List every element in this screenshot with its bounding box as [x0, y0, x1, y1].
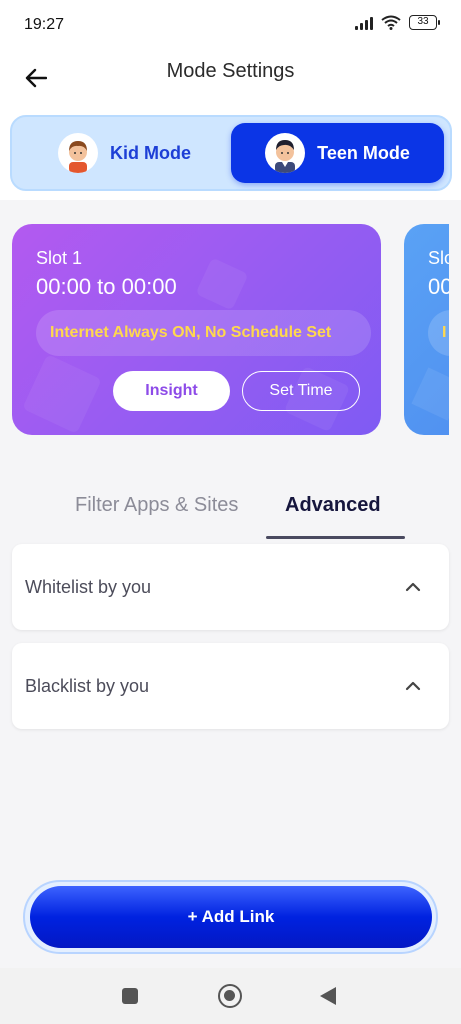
slot-time: 00:00 to 00:00: [36, 274, 177, 299]
mode-switch: Kid Mode Teen Mode: [10, 115, 452, 191]
carousel-edge: [449, 224, 461, 435]
slot-name: Slot 1: [36, 248, 83, 268]
status-icons: 33: [355, 15, 440, 30]
active-tab-indicator: [266, 536, 405, 539]
app-header: Mode Settings: [0, 52, 461, 108]
battery-icon: 33: [409, 15, 440, 30]
slot-card[interactable]: Slot 1 00:00 to 00:00 Internet Always ON…: [12, 224, 381, 435]
page-title: Mode Settings: [166, 60, 295, 82]
signal-icon: [355, 16, 373, 30]
battery-level: 33: [417, 16, 429, 27]
nav-back-icon[interactable]: [320, 987, 336, 1005]
whitelist-label: Whitelist by you: [25, 577, 152, 597]
card-decoration: [22, 354, 102, 434]
system-nav-bar: [0, 968, 461, 1024]
kid-mode-label: Kid Mode: [110, 142, 191, 163]
kid-avatar-icon: [69, 141, 87, 173]
whitelist-section[interactable]: Whitelist by you: [12, 544, 449, 630]
status-bar: 19:27 33: [0, 0, 461, 52]
insight-button[interactable]: Insight: [113, 371, 230, 411]
tab-filter-apps-sites[interactable]: Filter Apps & Sites: [75, 494, 238, 517]
mode-settings-screen: 19:27 33 Mode Settings Kid Mode Teen Mod…: [0, 0, 461, 1024]
teen-mode-label: Teen Mode: [317, 142, 410, 163]
nav-recents-icon[interactable]: [122, 988, 138, 1004]
teen-mode-option[interactable]: Teen Mode: [231, 123, 444, 183]
teen-avatar-icon: [275, 140, 296, 173]
kid-avatar: [58, 133, 98, 173]
status-time: 19:27: [24, 16, 65, 33]
set-time-button[interactable]: Set Time: [242, 371, 360, 411]
add-link-button[interactable]: + Add Link: [30, 886, 432, 948]
chevron-up-icon: [405, 681, 421, 691]
blacklist-section[interactable]: Blacklist by you: [12, 643, 449, 729]
slot-status: Internet Always ON, No Schedule Set: [36, 310, 371, 356]
tab-advanced[interactable]: Advanced: [285, 494, 381, 517]
chevron-up-icon: [405, 582, 421, 592]
card-decoration: [195, 257, 249, 311]
wifi-icon: [381, 15, 401, 30]
nav-home-icon[interactable]: [218, 984, 242, 1008]
teen-avatar: [265, 133, 306, 173]
kid-mode-option[interactable]: Kid Mode: [18, 123, 231, 183]
blacklist-label: Blacklist by you: [25, 676, 150, 696]
